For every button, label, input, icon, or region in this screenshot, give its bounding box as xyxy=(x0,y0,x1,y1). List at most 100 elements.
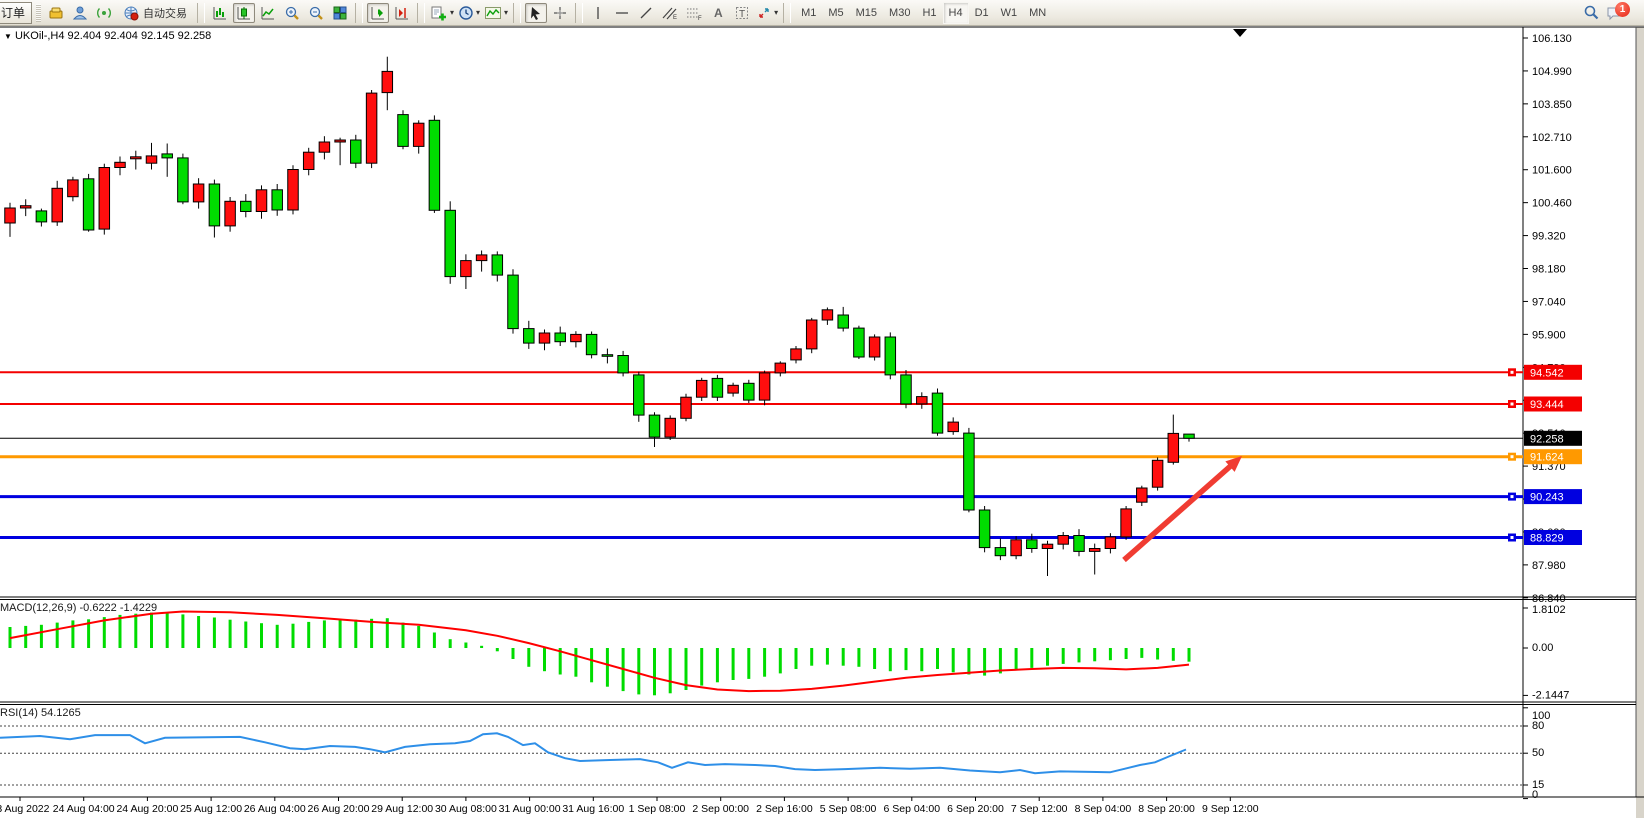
candle-body[interactable] xyxy=(618,356,629,373)
candle-body[interactable] xyxy=(209,184,220,226)
candle-body[interactable] xyxy=(885,337,896,375)
candle-body[interactable] xyxy=(759,373,770,400)
candle-body[interactable] xyxy=(272,190,283,210)
candle-body[interactable] xyxy=(1137,488,1148,502)
candle-body[interactable] xyxy=(225,201,236,226)
timeframe-m1[interactable]: M1 xyxy=(795,2,822,24)
chat-notification-badge[interactable]: 1 xyxy=(1615,2,1630,17)
candle-body[interactable] xyxy=(995,548,1006,556)
candle-body[interactable] xyxy=(649,415,660,437)
candle-body[interactable] xyxy=(964,433,975,510)
trendline-tool[interactable] xyxy=(635,3,657,23)
candle-body[interactable] xyxy=(901,375,912,404)
candle-body[interactable] xyxy=(178,158,189,202)
timeframe-w1[interactable]: W1 xyxy=(995,2,1024,24)
cursor-tool-icon[interactable] xyxy=(525,3,547,23)
profiles-clock-icon[interactable]: ▾ xyxy=(457,3,481,23)
line-chart-mode-icon[interactable] xyxy=(257,3,279,23)
candle-body[interactable] xyxy=(83,179,94,230)
candle-body[interactable] xyxy=(555,333,566,342)
candle-body[interactable] xyxy=(854,328,865,357)
candle-body[interactable] xyxy=(366,93,377,163)
chart-collapse-icon[interactable]: ▼ xyxy=(4,32,12,41)
signal-icon[interactable] xyxy=(93,3,115,23)
autotrading-button[interactable]: 自动交易 xyxy=(117,3,193,23)
candle-body[interactable] xyxy=(696,380,707,397)
candle-body[interactable] xyxy=(932,393,943,433)
candle-body[interactable] xyxy=(492,255,503,275)
candle-body[interactable] xyxy=(5,208,16,223)
candle-body[interactable] xyxy=(319,142,330,152)
candle-body[interactable] xyxy=(822,310,833,320)
candle-body[interactable] xyxy=(52,188,63,222)
candle-body[interactable] xyxy=(634,375,645,415)
candle-body[interactable] xyxy=(99,168,110,230)
timeframe-h1[interactable]: H1 xyxy=(916,2,942,24)
candle-body[interactable] xyxy=(382,71,393,92)
text-tool[interactable]: A xyxy=(707,3,729,23)
price-chart-canvas[interactable]: 106.130104.990103.850102.710101.600100.4… xyxy=(0,0,1644,818)
fibonacci-tool[interactable]: F xyxy=(683,3,705,23)
candle-body[interactable] xyxy=(728,385,739,393)
candle-body[interactable] xyxy=(445,210,456,276)
bar-chart-mode-icon[interactable] xyxy=(209,3,231,23)
candle-body[interactable] xyxy=(115,162,126,167)
new-order-button[interactable]: 订单 xyxy=(0,2,32,24)
candle-body[interactable] xyxy=(1184,434,1195,438)
timeframe-mn[interactable]: MN xyxy=(1023,2,1052,24)
crosshair-tool-icon[interactable] xyxy=(549,3,571,23)
zoom-in-icon[interactable] xyxy=(281,3,303,23)
candle-body[interactable] xyxy=(508,275,519,329)
timeframe-d1[interactable]: D1 xyxy=(969,2,995,24)
candle-body[interactable] xyxy=(1089,549,1100,552)
text-label-tool[interactable]: T xyxy=(731,3,753,23)
candle-body[interactable] xyxy=(979,510,990,548)
candle-body[interactable] xyxy=(146,156,157,163)
candle-body[interactable] xyxy=(917,397,928,404)
candle-body[interactable] xyxy=(288,170,299,211)
arrows-tool[interactable]: ▾ xyxy=(755,3,779,23)
timeframe-m5[interactable]: M5 xyxy=(822,2,849,24)
tile-windows-icon[interactable] xyxy=(329,3,351,23)
candle-body[interactable] xyxy=(476,255,487,261)
candle-body[interactable] xyxy=(461,261,472,277)
candle-body[interactable] xyxy=(524,329,535,344)
candle-body[interactable] xyxy=(36,211,47,222)
market-watch-icon[interactable] xyxy=(45,3,67,23)
candle-body[interactable] xyxy=(869,337,880,357)
candle-body[interactable] xyxy=(413,123,424,146)
candle-body[interactable] xyxy=(791,349,802,360)
candle-body[interactable] xyxy=(571,334,582,341)
community-icon[interactable] xyxy=(69,3,91,23)
candle-body[interactable] xyxy=(1027,540,1038,549)
candle-body[interactable] xyxy=(193,184,204,202)
candle-body[interactable] xyxy=(131,157,142,159)
candle-body[interactable] xyxy=(775,363,786,373)
candle-body[interactable] xyxy=(602,355,613,357)
candle-body[interactable] xyxy=(1042,544,1053,548)
candle-body[interactable] xyxy=(335,140,346,142)
candle-body[interactable] xyxy=(256,190,267,212)
candlestick-mode-icon[interactable] xyxy=(233,3,255,23)
search-icon[interactable] xyxy=(1580,3,1602,23)
timeframe-h4[interactable]: H4 xyxy=(943,2,969,24)
candle-body[interactable] xyxy=(351,140,362,163)
horizontal-line-tool[interactable] xyxy=(611,3,633,23)
candle-body[interactable] xyxy=(665,418,676,437)
candle-body[interactable] xyxy=(539,333,550,343)
candle-body[interactable] xyxy=(712,378,723,397)
candle-body[interactable] xyxy=(398,115,409,147)
candle-body[interactable] xyxy=(1011,540,1022,556)
candle-body[interactable] xyxy=(586,334,597,354)
timeframe-m15[interactable]: M15 xyxy=(850,2,883,24)
toolbar-grip[interactable] xyxy=(36,4,41,22)
indicators-icon[interactable]: ▾ xyxy=(483,3,509,23)
candle-body[interactable] xyxy=(429,120,440,210)
candle-body[interactable] xyxy=(1152,460,1163,487)
vertical-line-tool[interactable] xyxy=(587,3,609,23)
timeframe-m30[interactable]: M30 xyxy=(883,2,916,24)
candle-body[interactable] xyxy=(1105,537,1116,549)
candle-body[interactable] xyxy=(806,320,817,349)
candle-body[interactable] xyxy=(162,154,173,158)
candle-body[interactable] xyxy=(1058,536,1069,545)
